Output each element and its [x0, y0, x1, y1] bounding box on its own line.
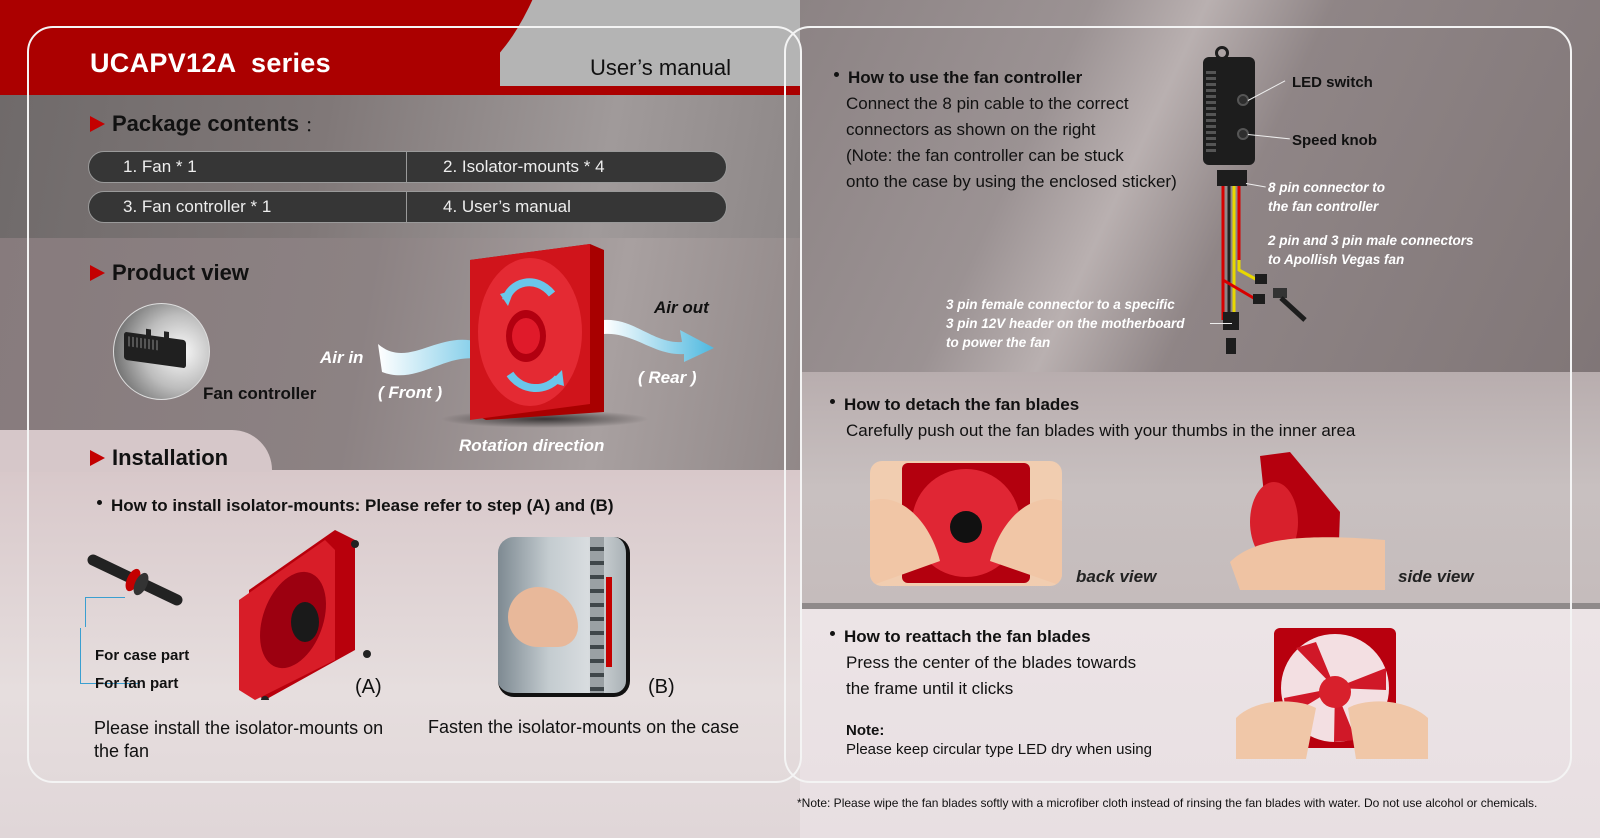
detach-body: Carefully push out the fan blades with y…: [846, 421, 1356, 440]
fan-back-view-image: [870, 463, 1062, 586]
controller-usage-line: connectors as shown on the right: [846, 120, 1096, 139]
for-case-part-label: For case part: [95, 647, 190, 664]
air-in-label: Air in: [320, 348, 364, 367]
reattach-title: How to reattach the fan blades: [844, 627, 1091, 646]
controller-usage-body: Connect the 8 pin cable to the correct c…: [846, 91, 1206, 195]
manual-label: User’s manual: [590, 55, 732, 80]
case-rail: [590, 537, 604, 693]
package-heading-colon: ：: [305, 118, 322, 135]
label-line: 3 pin 12V header on the motherboard: [946, 316, 1185, 331]
package-row: 1. Fan * 1 2. Isolator-mounts * 4: [88, 151, 727, 183]
chevron-right-icon: [90, 116, 105, 132]
step-a-label: (A): [355, 676, 382, 698]
bullet-icon: [830, 631, 835, 637]
hand-image: [508, 587, 578, 647]
product-view-heading: Product view: [90, 260, 249, 286]
led-switch-label: LED switch: [1292, 74, 1373, 91]
controller-usage-bullet: How to use the fan controller: [834, 68, 1082, 88]
note-heading: Note:: [846, 722, 885, 739]
package-item: 4. User’s manual: [406, 192, 726, 222]
step-a-caption: Please install the isolator-mounts on th…: [94, 718, 384, 761]
rotation-direction-label: Rotation direction: [459, 436, 605, 455]
label-line: the fan controller: [1268, 199, 1379, 214]
label-line: 2 pin and 3 pin male connectors: [1268, 233, 1474, 248]
package-row: 3. Fan controller * 1 4. User’s manual: [88, 191, 727, 223]
fan-controller-device-image: [1203, 57, 1255, 165]
side-view-label: side view: [1398, 567, 1474, 586]
package-item: 3. Fan controller * 1: [123, 197, 272, 216]
fan-controller-label: Fan controller: [203, 384, 317, 403]
bullet-icon: [97, 500, 102, 506]
back-view-label: back view: [1076, 567, 1157, 586]
fan-controller-image: [113, 303, 210, 400]
fan-side-view-image: [1230, 452, 1385, 590]
air-out-arrow-icon: [604, 319, 714, 362]
controller-usage-line: Connect the 8 pin cable to the correct: [846, 94, 1129, 113]
3pin-female-connector-label: 3 pin female connector to a specific 3 p…: [946, 295, 1185, 352]
installation-heading: Installation: [90, 445, 228, 471]
footnote: *Note: Please wipe the fan blades softly…: [797, 796, 1538, 810]
label-line: 3 pin female connector to a specific: [946, 297, 1175, 312]
package-item: 1. Fan * 1: [123, 157, 197, 176]
reattach-photo: [1236, 628, 1428, 759]
label-line: to power the fan: [946, 335, 1051, 350]
fan-product-image: [470, 244, 604, 420]
package-item: 2. Isolator-mounts * 4: [406, 152, 726, 182]
case-part-leader: [85, 597, 125, 627]
case-red-strip: [606, 577, 612, 667]
chevron-right-icon: [90, 450, 105, 466]
detach-bullet: How to detach the fan blades: [830, 395, 1079, 415]
series-title: UCAPV12A series: [90, 48, 331, 78]
install-bullet-text: How to install isolator-mounts: Please r…: [111, 496, 614, 515]
knob-icon: [146, 328, 151, 338]
2-3pin-connector-label: 2 pin and 3 pin male connectors to Apoll…: [1268, 231, 1474, 269]
controller-usage-line: (Note: the fan controller can be stuck: [846, 146, 1124, 165]
reattach-line: the frame until it clicks: [846, 679, 1014, 698]
step-b-caption: Fasten the isolator-mounts on the case: [428, 717, 740, 737]
installation-heading-text: Installation: [112, 445, 229, 470]
controller-usage-title: How to use the fan controller: [848, 68, 1083, 87]
fan-controller-body: [124, 328, 186, 369]
air-out-label: Air out: [654, 298, 709, 317]
front-label: ( Front ): [378, 383, 443, 402]
fan-with-mounts-image: [239, 530, 371, 700]
label-line: 8 pin connector to: [1268, 180, 1386, 195]
for-fan-part-label: For fan part: [95, 675, 179, 692]
detach-back-view-photo: [870, 461, 1062, 586]
reattach-body: Press the center of the blades towards t…: [846, 650, 1186, 702]
3pin-callout-line: [1210, 323, 1232, 324]
speed-knob-label: Speed knob: [1292, 132, 1378, 149]
rear-label: ( Rear ): [638, 368, 697, 387]
8pin-connector-label: 8 pin connector to the fan controller: [1268, 178, 1385, 216]
product-heading-text: Product view: [112, 260, 249, 285]
note-body: Please keep circular type LED dry when u…: [846, 741, 1152, 758]
package-heading-text: Package contents: [112, 111, 300, 136]
reattach-line: Press the center of the blades towards: [846, 653, 1137, 672]
bullet-icon: [834, 72, 839, 78]
detach-title: How to detach the fan blades: [844, 395, 1080, 414]
package-contents-heading: Package contents ：: [90, 111, 321, 137]
chevron-right-icon: [90, 265, 105, 281]
step-b-label: (B): [648, 676, 675, 698]
install-bullet: How to install isolator-mounts: Please r…: [97, 496, 614, 516]
case-mounting-photo: [498, 537, 630, 697]
fan-reattach-image: [1236, 628, 1428, 759]
detach-side-view-photo: [1230, 452, 1385, 590]
controller-usage-line: onto the case by using the enclosed stic…: [846, 172, 1177, 191]
label-line: to Apollish Vegas fan: [1268, 252, 1405, 267]
reattach-bullet: How to reattach the fan blades: [830, 627, 1091, 647]
bullet-icon: [830, 399, 835, 405]
knob-icon: [164, 331, 169, 340]
